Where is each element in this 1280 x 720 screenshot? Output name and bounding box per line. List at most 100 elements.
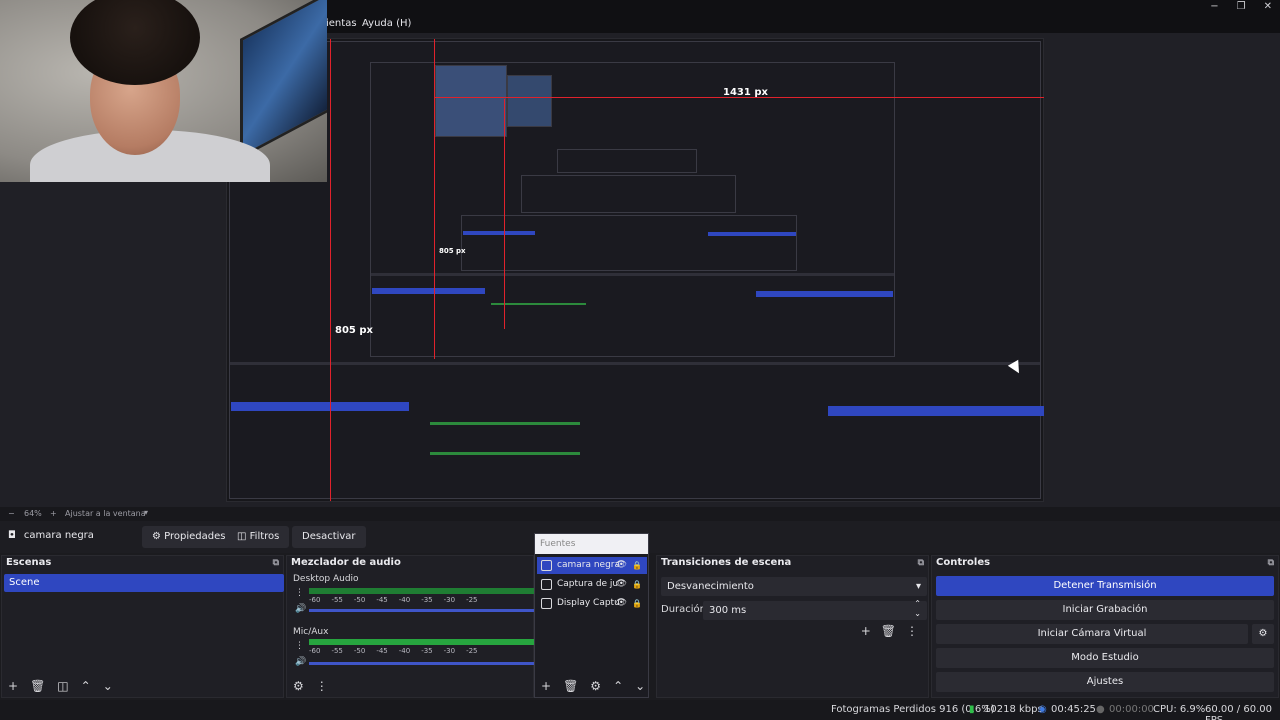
sources-header: Fuentes: [535, 534, 648, 554]
add-icon[interactable]: +: [541, 679, 551, 693]
duration-value: 300 ms: [709, 605, 747, 616]
scenes-title: Escenas ⧉: [2, 556, 283, 570]
measure-vertical-line-1: [330, 39, 331, 501]
trash-icon[interactable]: 🗑: [30, 679, 45, 693]
record-time: 00:00:00: [1109, 704, 1154, 715]
scenes-dock: Escenas ⧉ Scene + 🗑 ◫ ⌃ ⌄: [1, 555, 284, 698]
sources-dock: Fuentes camara negra 👁 🔒 Captura de ju 👁…: [534, 533, 649, 698]
sources-footer: + 🗑 ⚙ ⌃ ⌄: [535, 677, 645, 695]
source-name: Display Captu: [557, 598, 620, 608]
transition-selected: Desvanecimiento: [667, 581, 754, 592]
lock-icon[interactable]: 🔒: [632, 576, 642, 593]
selected-source-label: camara negra: [23, 530, 94, 541]
dock-undock-icon[interactable]: ⧉: [1268, 556, 1274, 570]
menu-help[interactable]: Ayuda (H): [362, 18, 411, 29]
source-item[interactable]: Display Captu 👁 🔒: [537, 595, 647, 612]
source-item[interactable]: Captura de ju 👁 🔒: [537, 576, 647, 593]
measure-label-vertical-1: 805 px: [335, 325, 373, 336]
start-virtual-camera-button[interactable]: Iniciar Cámara Virtual: [936, 624, 1248, 644]
meter-scale: -60 -55 -50 -45 -40 -35 -30 -25: [309, 647, 478, 655]
lock-icon[interactable]: 🔒: [632, 595, 642, 612]
controls-dock: Controles ⧉ Detener Transmisión Iniciar …: [931, 555, 1279, 698]
eye-icon[interactable]: 👁: [616, 557, 627, 574]
zoom-in-button[interactable]: +: [50, 509, 57, 518]
audio-mixer-dock: Mezclador de audio Desktop Audio ⋮ -60 -5…: [286, 555, 537, 698]
measure-label-vertical-2: 805 px: [439, 247, 466, 255]
volume-slider[interactable]: [309, 609, 537, 612]
status-bar: Fotogramas Perdidos 916 (0.6%) ▮ 10218 k…: [0, 700, 1280, 720]
move-down-icon[interactable]: ⌄: [103, 679, 113, 693]
signal-icon: ▮: [969, 704, 975, 715]
stop-stream-button[interactable]: Detener Transmisión: [936, 576, 1274, 596]
camera-icon: ◘: [8, 530, 16, 541]
speaker-icon[interactable]: 🔊: [295, 657, 306, 667]
gear-icon: ⚙: [1258, 628, 1268, 639]
scene-item[interactable]: Scene: [4, 574, 284, 592]
duration-input[interactable]: 300 ms ⌃ ⌄: [703, 599, 927, 620]
close-button[interactable]: ✕: [1264, 1, 1272, 12]
zoom-out-button[interactable]: −: [8, 509, 15, 518]
transitions-title: Transiciones de escena ⧉: [657, 556, 928, 570]
stream-time: 00:45:25: [1051, 704, 1096, 715]
chevron-down-icon: ▾: [915, 581, 921, 592]
channel-name: Mic/Aux: [293, 627, 329, 637]
move-up-icon[interactable]: ⌃: [613, 679, 623, 693]
trash-icon[interactable]: 🗑: [563, 679, 578, 693]
add-icon[interactable]: +: [8, 679, 18, 693]
kebab-menu-icon[interactable]: ⋮: [295, 588, 304, 598]
zoom-bar: − 64% + Ajustar a la ventana ▾: [0, 507, 1280, 521]
measure-label-horizontal: 1431 px: [723, 87, 768, 98]
deactivate-button[interactable]: Desactivar: [292, 526, 366, 548]
source-name: camara negra: [557, 560, 620, 570]
gear-icon[interactable]: ⚙: [293, 679, 304, 693]
gear-icon: ⚙: [152, 531, 165, 542]
maximize-button[interactable]: ❐: [1237, 1, 1246, 12]
nested-webcam-2: [507, 75, 552, 127]
nested-obs-layer-4: [521, 175, 736, 213]
scenes-footer: + 🗑 ◫ ⌃ ⌄: [2, 677, 113, 695]
dock-undock-icon[interactable]: ⧉: [918, 556, 924, 570]
filter-icon[interactable]: ◫: [57, 679, 68, 693]
nested-webcam-1: [435, 65, 507, 137]
eye-icon[interactable]: 👁: [616, 595, 627, 612]
fps: 60.00 / 60.00 FPS: [1205, 704, 1272, 720]
eye-icon[interactable]: 👁: [616, 576, 627, 593]
cpu-usage: CPU: 6.9%: [1153, 704, 1206, 715]
nested-obs-layer-5: [557, 149, 697, 173]
measure-vertical-line-3: [504, 99, 505, 329]
filters-button[interactable]: ◫ Filtros: [227, 526, 290, 548]
menu-tools[interactable]: ientas: [326, 18, 357, 29]
properties-button[interactable]: ⚙ Propiedades: [142, 526, 236, 548]
gear-icon[interactable]: ⚙: [590, 679, 601, 693]
dock-undock-icon[interactable]: ⧉: [273, 556, 279, 570]
add-icon[interactable]: +: [861, 624, 871, 638]
studio-mode-button[interactable]: Modo Estudio: [936, 648, 1274, 668]
preview-canvas[interactable]: 1431 px 805 px 805 px: [226, 38, 1044, 502]
record-icon: ●: [1096, 704, 1105, 715]
kebab-menu-icon[interactable]: ⋮: [316, 679, 328, 693]
minimize-button[interactable]: −: [1210, 1, 1218, 12]
settings-button[interactable]: Ajustes: [936, 672, 1274, 692]
transition-select[interactable]: Desvanecimiento ▾: [661, 577, 927, 596]
measure-vertical-line-2: [434, 39, 435, 359]
lock-icon[interactable]: 🔒: [632, 557, 642, 574]
transitions-title-label: Transiciones de escena: [661, 557, 792, 568]
mixer-channel-mic: Mic/Aux ⋮ -60 -55 -50 -45 -40 -35 -30 -25 🔊: [293, 627, 537, 677]
webcam-overlay: [0, 0, 327, 182]
speaker-icon[interactable]: 🔊: [295, 604, 306, 614]
trash-icon[interactable]: 🗑: [881, 624, 896, 638]
display-icon: [541, 598, 552, 609]
kebab-menu-icon[interactable]: ⋮: [295, 641, 304, 651]
virtual-camera-settings-button[interactable]: ⚙: [1252, 624, 1274, 644]
nested-obs-layer-3: [461, 215, 797, 271]
scenes-title-label: Escenas: [6, 557, 52, 568]
stepper-icon[interactable]: ⌃ ⌄: [914, 599, 921, 619]
fit-to-window-dropdown[interactable]: Ajustar a la ventana: [65, 509, 146, 518]
move-down-icon[interactable]: ⌄: [635, 679, 645, 693]
source-item[interactable]: camara negra 👁 🔒: [537, 557, 647, 574]
move-up-icon[interactable]: ⌃: [81, 679, 91, 693]
volume-slider[interactable]: [309, 662, 537, 665]
chevron-down-icon[interactable]: ▾: [144, 508, 148, 517]
kebab-menu-icon[interactable]: ⋮: [906, 624, 918, 638]
start-recording-button[interactable]: Iniciar Grabación: [936, 600, 1274, 620]
